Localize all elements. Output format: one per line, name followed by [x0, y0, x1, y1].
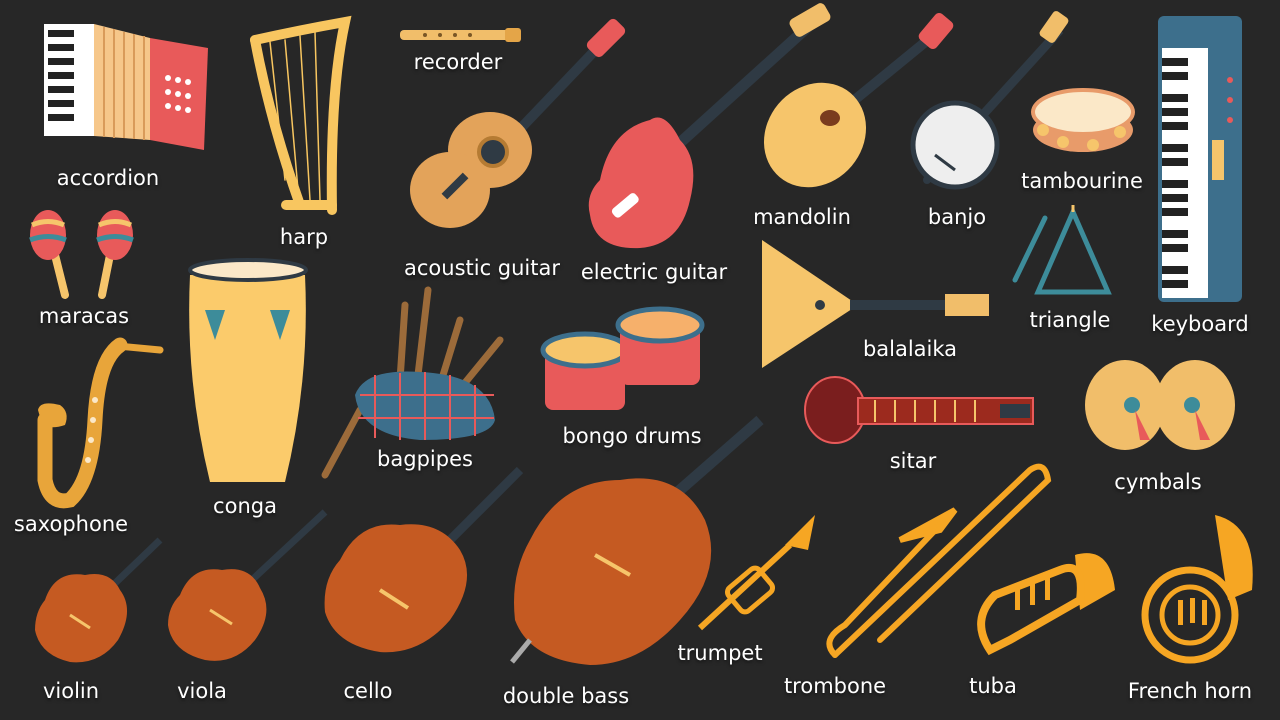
double-bass-illustration — [510, 415, 764, 665]
label-sitar: sitar — [889, 449, 937, 473]
label-electric-guitar: electric guitar — [580, 260, 728, 284]
viola-illustration — [168, 509, 328, 661]
label-trumpet: trumpet — [677, 641, 763, 665]
instrument-illustrations — [29, 3, 1253, 665]
label-acoustic-guitar: acoustic guitar — [403, 256, 561, 280]
sitar-illustration — [804, 376, 1034, 444]
cello-illustration — [324, 466, 524, 653]
label-double-bass: double bass — [502, 684, 630, 708]
label-mandolin: mandolin — [753, 205, 851, 229]
label-conga: conga — [213, 494, 277, 518]
label-triangle: triangle — [1029, 308, 1111, 332]
label-viola: viola — [177, 679, 227, 703]
maracas-illustration — [29, 210, 134, 299]
saxophone-illustration — [37, 337, 164, 509]
label-bagpipes: bagpipes — [377, 447, 473, 471]
recorder-illustration — [400, 28, 521, 42]
label-balalaika: balalaika — [862, 337, 958, 361]
label-bongo-drums: bongo drums — [562, 424, 702, 448]
cymbals-illustration — [1085, 360, 1235, 450]
label-harp: harp — [279, 225, 329, 249]
label-recorder: recorder — [413, 50, 503, 74]
harp-illustration — [250, 15, 352, 215]
label-cymbals: cymbals — [1114, 470, 1202, 494]
bongo-drums-illustration — [540, 306, 705, 410]
trumpet-illustration — [697, 515, 815, 631]
keyboard-illustration — [1158, 16, 1242, 302]
label-banjo: banjo — [927, 205, 987, 229]
triangle-illustration — [1012, 205, 1112, 295]
label-saxophone: saxophone — [13, 512, 129, 536]
label-tambourine: tambourine — [1021, 169, 1143, 193]
label-keyboard: keyboard — [1151, 312, 1249, 336]
label-violin: violin — [42, 679, 100, 703]
tambourine-illustration — [1031, 88, 1135, 152]
trombone-illustration — [826, 463, 1052, 658]
conga-illustration — [188, 258, 308, 482]
label-tuba: tuba — [969, 674, 1017, 698]
tuba-illustration — [977, 553, 1115, 656]
violin-illustration — [35, 537, 163, 663]
french-horn-illustration — [1141, 515, 1253, 664]
label-french-horn: French horn — [1127, 679, 1253, 703]
label-maracas: maracas — [38, 304, 130, 328]
label-accordion: accordion — [56, 166, 160, 190]
label-cello: cello — [343, 679, 393, 703]
instrument-poster: accordion harp recorder acoustic guitar … — [0, 0, 1280, 720]
accordion-illustration — [44, 24, 208, 150]
label-trombone: trombone — [783, 674, 887, 698]
